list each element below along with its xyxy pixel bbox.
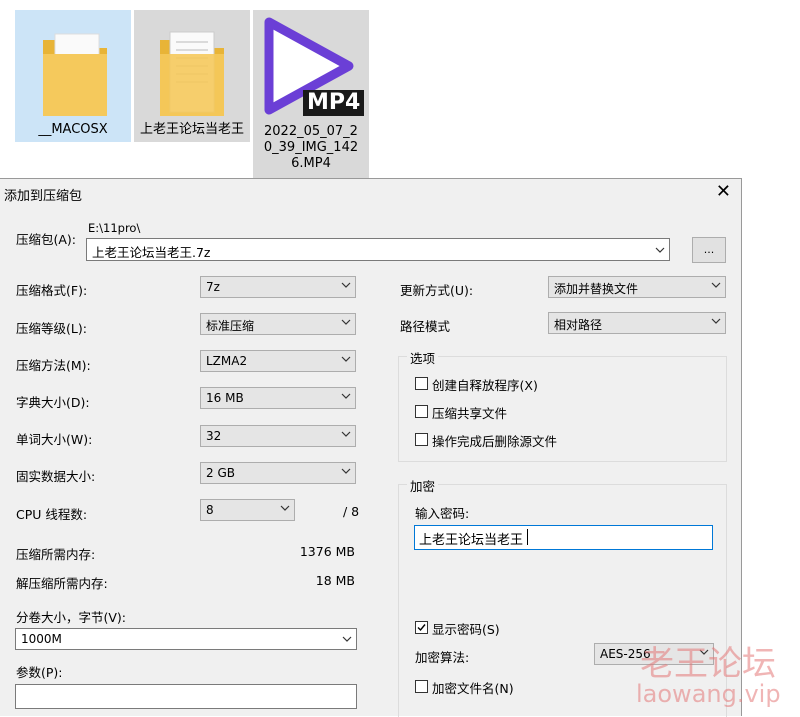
mem-compress-value: 1376 MB (299, 544, 355, 559)
delete-label: 操作完成后删除源文件 (432, 434, 558, 449)
threads-value: 8 (206, 503, 214, 517)
chevron-down-icon (341, 282, 351, 288)
encryption-title: 加密 (407, 476, 439, 495)
method-select[interactable]: LZMA2 (200, 350, 356, 372)
encrypt-names-label: 加密文件名(N) (432, 681, 514, 696)
sfx-checkbox[interactable] (415, 377, 428, 390)
archive-filename: 上老王论坛当老王.7z (92, 245, 211, 260)
desktop-icon-folder[interactable]: 上老王论坛当老王 (134, 10, 250, 142)
password-value: 上老王论坛当老王 (419, 533, 524, 548)
pathmode-label: 路径模式 (400, 319, 451, 334)
pathmode-value: 相对路径 (554, 318, 603, 332)
update-select[interactable]: 添加并替换文件 (548, 276, 726, 298)
chevron-down-icon (280, 505, 290, 511)
mp4-badge: MP4 (303, 90, 365, 116)
mem-compress-label: 压缩所需内存: (16, 547, 96, 562)
word-value: 32 (206, 429, 222, 443)
threads-max: / 8 (343, 504, 360, 519)
level-label: 压缩等级(L): (16, 321, 87, 336)
threads-label: CPU 线程数: (16, 507, 88, 522)
solid-value: 2 GB (206, 466, 235, 480)
chevron-down-icon (341, 468, 351, 474)
format-label: 压缩格式(F): (16, 283, 88, 298)
dialog-title: 添加到压缩包 (4, 189, 83, 204)
method-value: LZMA2 (206, 354, 248, 368)
watermark-url: laowang.vip (636, 680, 781, 708)
pathmode-select[interactable]: 相对路径 (548, 312, 726, 334)
format-value: 7z (206, 280, 220, 294)
chevron-down-icon (341, 393, 351, 399)
archive-path: E:\11pro\ (88, 221, 141, 235)
update-value: 添加并替换文件 (554, 282, 639, 296)
enc-method-label: 加密算法: (415, 650, 470, 665)
word-label: 单词大小(W): (16, 432, 93, 447)
params-label: 参数(P): (16, 665, 63, 680)
browse-button[interactable]: ... (692, 237, 726, 263)
close-icon[interactable]: ✕ (716, 181, 731, 203)
password-label: 输入密码: (415, 506, 470, 521)
icon-label: __MACOSX (38, 122, 108, 137)
watermark-text: 老王论坛 (640, 644, 776, 684)
dict-select[interactable]: 16 MB (200, 387, 356, 409)
params-input[interactable] (15, 684, 357, 709)
word-select[interactable]: 32 (200, 425, 356, 447)
options-group: 选项 创建自释放程序(X) 压缩共享文件 操作完成后删除源文件 (398, 348, 727, 462)
archive-label: 压缩包(A): (16, 232, 77, 247)
chevron-down-icon (341, 356, 351, 362)
folder-icon (43, 33, 107, 116)
icon-label: 上老王论坛当老王 (139, 122, 244, 137)
show-password-label: 显示密码(S) (432, 622, 500, 637)
update-label: 更新方式(U): (400, 283, 474, 298)
method-label: 压缩方法(M): (16, 358, 91, 373)
icon-label: 2022_05_07_20_39_IMG_1426.MP4 (263, 124, 359, 171)
mem-decompress-label: 解压缩所需内存: (16, 576, 108, 591)
chevron-down-icon (711, 282, 721, 288)
show-password-checkbox[interactable] (415, 621, 428, 634)
threads-select[interactable]: 8 (200, 499, 295, 521)
folder-icon (160, 31, 224, 116)
sfx-label: 创建自释放程序(X) (432, 378, 538, 393)
archive-filename-combo[interactable]: 上老王论坛当老王.7z (86, 238, 670, 261)
shared-label: 压缩共享文件 (432, 406, 508, 421)
password-input[interactable]: 上老王论坛当老王 (414, 525, 713, 550)
solid-select[interactable]: 2 GB (200, 462, 356, 484)
desktop-icon-macosx[interactable]: __MACOSX (15, 10, 131, 142)
volume-value: 1000M (21, 632, 62, 646)
mem-decompress-value: 18 MB (315, 573, 355, 588)
delete-checkbox[interactable] (415, 433, 428, 446)
add-to-archive-dialog: 添加到压缩包 ✕ 压缩包(A): E:\11pro\ 上老王论坛当老王.7z .… (0, 178, 742, 717)
options-title: 选项 (407, 348, 439, 367)
level-select[interactable]: 标准压缩 (200, 313, 356, 335)
level-value: 标准压缩 (206, 319, 255, 333)
volume-combo[interactable]: 1000M (15, 628, 357, 650)
desktop-icon-mp4[interactable]: MP4 2022_05_07_20_39_IMG_1426.MP4 (253, 10, 369, 180)
dict-value: 16 MB (206, 391, 244, 405)
shared-checkbox[interactable] (415, 405, 428, 418)
chevron-down-icon (341, 319, 351, 325)
checkmark-icon (417, 624, 426, 632)
chevron-down-icon (655, 247, 665, 253)
chevron-down-icon (341, 431, 351, 437)
text-cursor (527, 529, 528, 545)
encrypt-names-checkbox[interactable] (415, 680, 428, 693)
solid-label: 固实数据大小: (16, 469, 96, 484)
chevron-down-icon (711, 318, 721, 324)
volume-label: 分卷大小，字节(V): (16, 610, 127, 625)
format-select[interactable]: 7z (200, 276, 356, 298)
chevron-down-icon (342, 636, 352, 642)
dict-label: 字典大小(D): (16, 395, 90, 410)
